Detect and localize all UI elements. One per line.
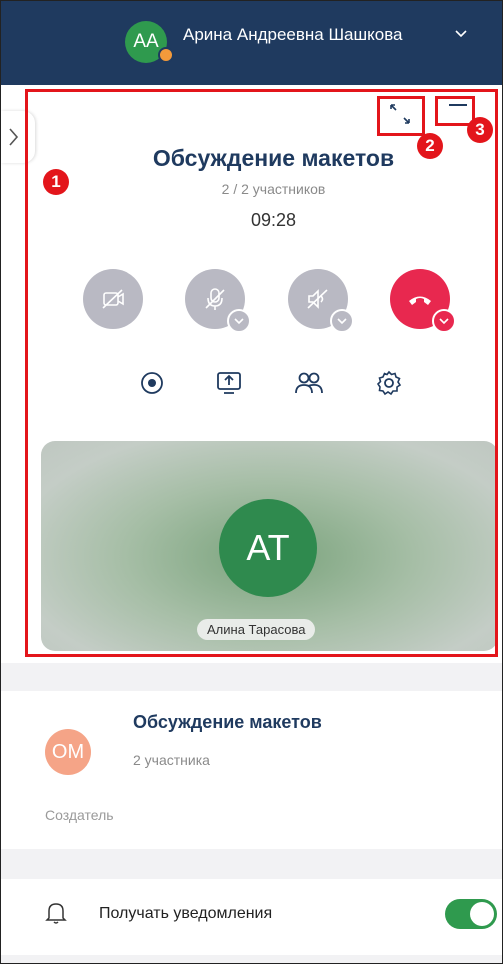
chat-title: Обсуждение макетов [133,712,322,732]
chat-avatar[interactable]: OM [45,729,91,775]
user-name[interactable]: Арина Андреевна Шашкова [183,24,403,46]
annotation-badge-1: 1 [43,169,69,195]
notifications-toggle[interactable] [445,899,497,929]
chevron-down-icon[interactable] [453,25,469,41]
app-window: AA Арина Андреевна Шашкова Обсуждение ма… [0,0,503,964]
user-avatar-initials: AA [133,31,159,52]
annotation-badge-3: 3 [467,117,493,143]
notifications-label: Получать уведомления [99,905,273,922]
annotation-badge-2: 2 [417,133,443,159]
annotation-frame-call-panel [25,89,498,657]
top-bar: AA Арина Андреевна Шашкова [1,1,502,85]
bell-icon [45,903,67,924]
chat-avatar-initials: OM [51,740,85,763]
annotation-frame-expand [377,96,425,136]
toggle-knob [470,902,494,926]
status-indicator [158,47,174,63]
chat-members-count: 2 участника [133,752,210,768]
creator-label: Создатель [45,807,114,823]
